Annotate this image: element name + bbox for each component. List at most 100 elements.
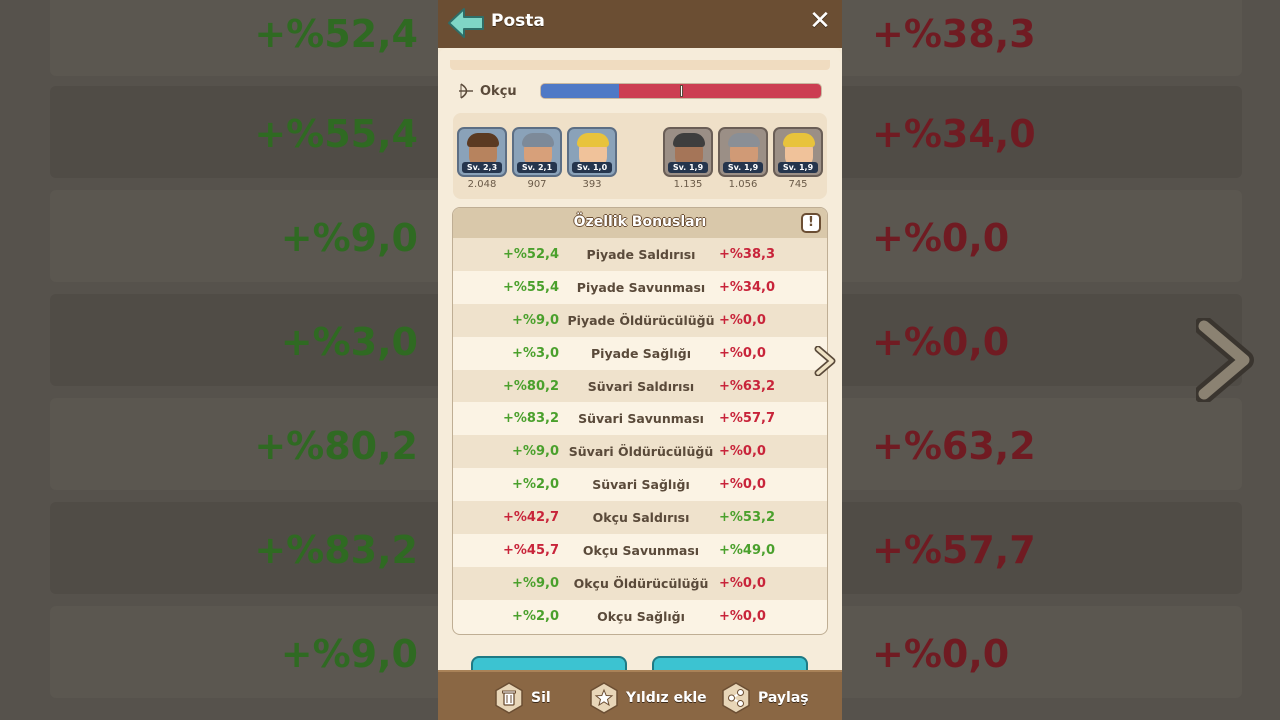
- bg-left-value: +%83,2: [254, 528, 418, 572]
- share-icon: [722, 682, 750, 714]
- background-left-values: +%52,4 +%55,4 +%9,0 +%3,0 +%80,2 +%83,2 …: [0, 0, 470, 720]
- hero-portrait: Sv. 1,9: [663, 127, 713, 177]
- bonus-row: +%2,0 Okçu Sağlığı +%0,0: [453, 600, 827, 633]
- add-star-button[interactable]: Yıldız ekle: [588, 682, 707, 714]
- mail-panel: Posta ✕ Okçu Sv. 2,3 2.048 Sv. 2,1 907 S…: [438, 0, 842, 720]
- bonus-row: +%55,4 Piyade Savunması +%34,0: [453, 271, 827, 304]
- bg-left-value: +%80,2: [254, 424, 418, 468]
- hero-level: Sv. 1,0: [572, 162, 612, 173]
- hero-left-3[interactable]: Sv. 1,0 393: [567, 127, 617, 190]
- bg-left-value: +%55,4: [254, 112, 418, 156]
- bg-left-value: +%3,0: [280, 320, 418, 364]
- info-icon[interactable]: !: [801, 213, 821, 233]
- bonus-name: Piyade Saldırısı: [586, 247, 696, 262]
- delete-button[interactable]: Sil: [493, 682, 551, 714]
- bonus-right-value: +%0,0: [719, 477, 766, 493]
- hero-count: 745: [788, 179, 808, 190]
- share-button[interactable]: Paylaş: [720, 682, 809, 714]
- bonus-rows: +%52,4 Piyade Saldırısı +%38,3 +%55,4 Piyade…: [453, 238, 827, 633]
- bg-chevron-right-icon: [1196, 318, 1254, 402]
- hero-left-1[interactable]: Sv. 2,3 2.048: [457, 127, 507, 190]
- bg-right-value: +%0,0: [872, 216, 1010, 260]
- bonus-right-value: +%63,2: [719, 378, 775, 394]
- ratio-bar: [540, 83, 822, 99]
- unit-label: Okçu: [480, 84, 517, 99]
- bonus-row: +%45,7 Okçu Savunması +%49,0: [453, 534, 827, 567]
- bonus-row: +%9,0 Okçu Öldürücülüğü +%0,0: [453, 566, 827, 600]
- bg-right-value: +%57,7: [872, 528, 1036, 572]
- share-label: Paylaş: [758, 690, 809, 706]
- hero-count: 907: [527, 179, 547, 190]
- bonus-table-header: Özellik Bonusları !: [453, 208, 827, 238]
- hero-level: Sv. 1,9: [778, 162, 818, 173]
- chevron-right-icon[interactable]: [813, 346, 837, 376]
- bonus-name: Okçu Öldürücülüğü: [573, 575, 709, 591]
- star-icon: [590, 682, 618, 714]
- hero-level: Sv. 2,1: [517, 162, 557, 173]
- ratio-bar-blue: [541, 84, 620, 98]
- bonus-row: +%52,4 Piyade Saldırısı +%38,3: [453, 238, 827, 271]
- hero-right-3[interactable]: Sv. 1,9 745: [773, 127, 823, 190]
- bonus-name: Okçu Saldırısı: [592, 510, 690, 526]
- hero-level: Sv. 1,9: [723, 162, 763, 173]
- hero-portrait: Sv. 1,9: [773, 127, 823, 177]
- scroll-top-edge: [450, 60, 830, 70]
- hero-count: 1.135: [673, 179, 703, 190]
- hero-portrait: Sv. 2,3: [457, 127, 507, 177]
- bg-right-value: +%34,0: [872, 112, 1036, 156]
- bonus-right-value: +%0,0: [719, 345, 766, 361]
- bg-right-value: +%63,2: [872, 424, 1036, 468]
- bonus-row: +%3,0 Piyade Sağlığı +%0,0: [453, 337, 827, 370]
- bonus-right-value: +%0,0: [719, 575, 766, 591]
- action-button-left[interactable]: [471, 656, 627, 670]
- bonus-name: Süvari Savunması: [578, 411, 704, 427]
- bonus-row: +%42,7 Okçu Saldırısı +%53,2: [453, 501, 827, 535]
- bonus-name: Okçu Savunması: [582, 543, 700, 559]
- footer-toolbar: Sil Yıldız ekle Paylaş: [438, 670, 842, 720]
- hero-count: 393: [582, 179, 602, 190]
- hero-left-2[interactable]: Sv. 2,1 907: [512, 127, 562, 190]
- add-star-label: Yıldız ekle: [626, 690, 707, 706]
- bonus-table-title: Özellik Bonusları: [573, 214, 707, 230]
- hero-portrait: Sv. 2,1: [512, 127, 562, 177]
- bonus-right-value: +%0,0: [719, 444, 766, 460]
- bonus-row: +%80,2 Süvari Saldırısı +%63,2: [453, 369, 827, 403]
- hero-count: 1.056: [728, 179, 758, 190]
- bonus-right-value: +%49,0: [719, 543, 775, 559]
- hero-portrait: Sv. 1,0: [567, 127, 617, 177]
- bonus-right-value: +%57,7: [719, 411, 775, 427]
- hero-portrait: Sv. 1,9: [718, 127, 768, 177]
- hero-right-1[interactable]: Sv. 1,9 1.135: [663, 127, 713, 190]
- bg-left-value: +%9,0: [280, 216, 418, 260]
- bonus-row: +%83,2 Süvari Savunması +%57,7: [453, 402, 827, 435]
- back-arrow-icon[interactable]: [446, 6, 486, 40]
- bonus-row: +%9,0 Süvari Öldürücülüğü +%0,0: [453, 435, 827, 469]
- bg-right-value: +%38,3: [872, 12, 1036, 56]
- hero-level: Sv. 2,3: [462, 162, 502, 173]
- bonus-name: Piyade Sağlığı: [591, 345, 691, 361]
- trash-icon: [495, 682, 523, 714]
- bonus-right-value: +%38,3: [719, 247, 775, 262]
- bonus-right-value: +%0,0: [719, 608, 766, 624]
- bonus-right-value: +%34,0: [719, 279, 775, 295]
- bonus-name: Okçu Sağlığı: [597, 608, 685, 624]
- hero-count: 2.048: [467, 179, 497, 190]
- hero-right-2[interactable]: Sv. 1,9 1.056: [718, 127, 768, 190]
- bonus-right-value: +%53,2: [719, 510, 775, 526]
- bonus-name: Süvari Sağlığı: [592, 477, 690, 493]
- bow-icon: [459, 83, 473, 99]
- page-title: Posta: [491, 11, 545, 31]
- bonus-row: +%2,0 Süvari Sağlığı +%0,0: [453, 468, 827, 501]
- delete-label: Sil: [531, 690, 551, 706]
- bg-right-value: +%0,0: [872, 320, 1010, 364]
- ratio-bar-marker: [680, 85, 683, 97]
- bonus-name: Süvari Öldürücülüğü: [568, 444, 714, 460]
- report-content[interactable]: Okçu Sv. 2,3 2.048 Sv. 2,1 907 Sv. 1,0 3…: [438, 48, 842, 670]
- bonus-name: Piyade Savunması: [576, 279, 706, 295]
- bonus-row: +%9,0 Piyade Öldürücülüğü +%0,0: [453, 303, 827, 337]
- unit-ratio-row: Okçu: [458, 82, 824, 102]
- hero-level: Sv. 1,9: [668, 162, 708, 173]
- bg-left-value: +%52,4: [254, 12, 418, 56]
- action-button-right[interactable]: [652, 656, 808, 670]
- close-icon[interactable]: ✕: [808, 8, 832, 34]
